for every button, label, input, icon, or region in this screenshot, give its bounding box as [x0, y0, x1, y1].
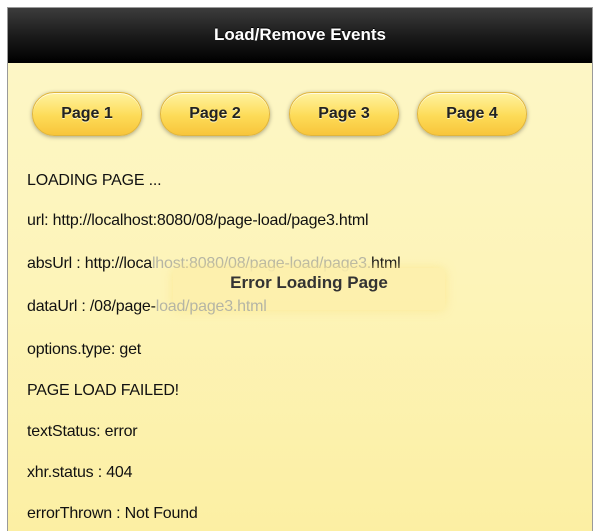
log-text-status: textStatus: error: [27, 423, 138, 440]
page-4-button[interactable]: Page 4: [417, 92, 527, 136]
page-title: Load/Remove Events: [214, 25, 386, 44]
header-bar: Load/Remove Events: [8, 8, 592, 63]
log-dataurl: dataUrl : /08/page-load/page3.html: [27, 298, 267, 316]
log-xhr-status: xhr.status : 404: [27, 464, 133, 481]
log-dataurl-hidden: load/page3.html: [155, 298, 267, 315]
log-url: url: http://localhost:8080/08/page-load/…: [27, 212, 369, 229]
log-loading: LOADING PAGE ...: [27, 172, 162, 189]
log-absurl-prefix: absUrl : http://loca: [27, 255, 152, 272]
page-2-button[interactable]: Page 2: [160, 92, 270, 136]
log-error-thrown: errorThrown : Not Found: [27, 505, 198, 522]
error-toast-message: Error Loading Page: [230, 273, 388, 292]
page-1-button[interactable]: Page 1: [32, 92, 142, 136]
log-failed: PAGE LOAD FAILED!: [27, 382, 179, 399]
page-3-button[interactable]: Page 3: [289, 92, 399, 136]
app-window: Load/Remove Events Page 1 Page 2 Page 3 …: [7, 7, 593, 531]
log-dataurl-prefix: dataUrl : /08/page-: [27, 298, 156, 315]
log-options-type: options.type: get: [27, 341, 142, 358]
